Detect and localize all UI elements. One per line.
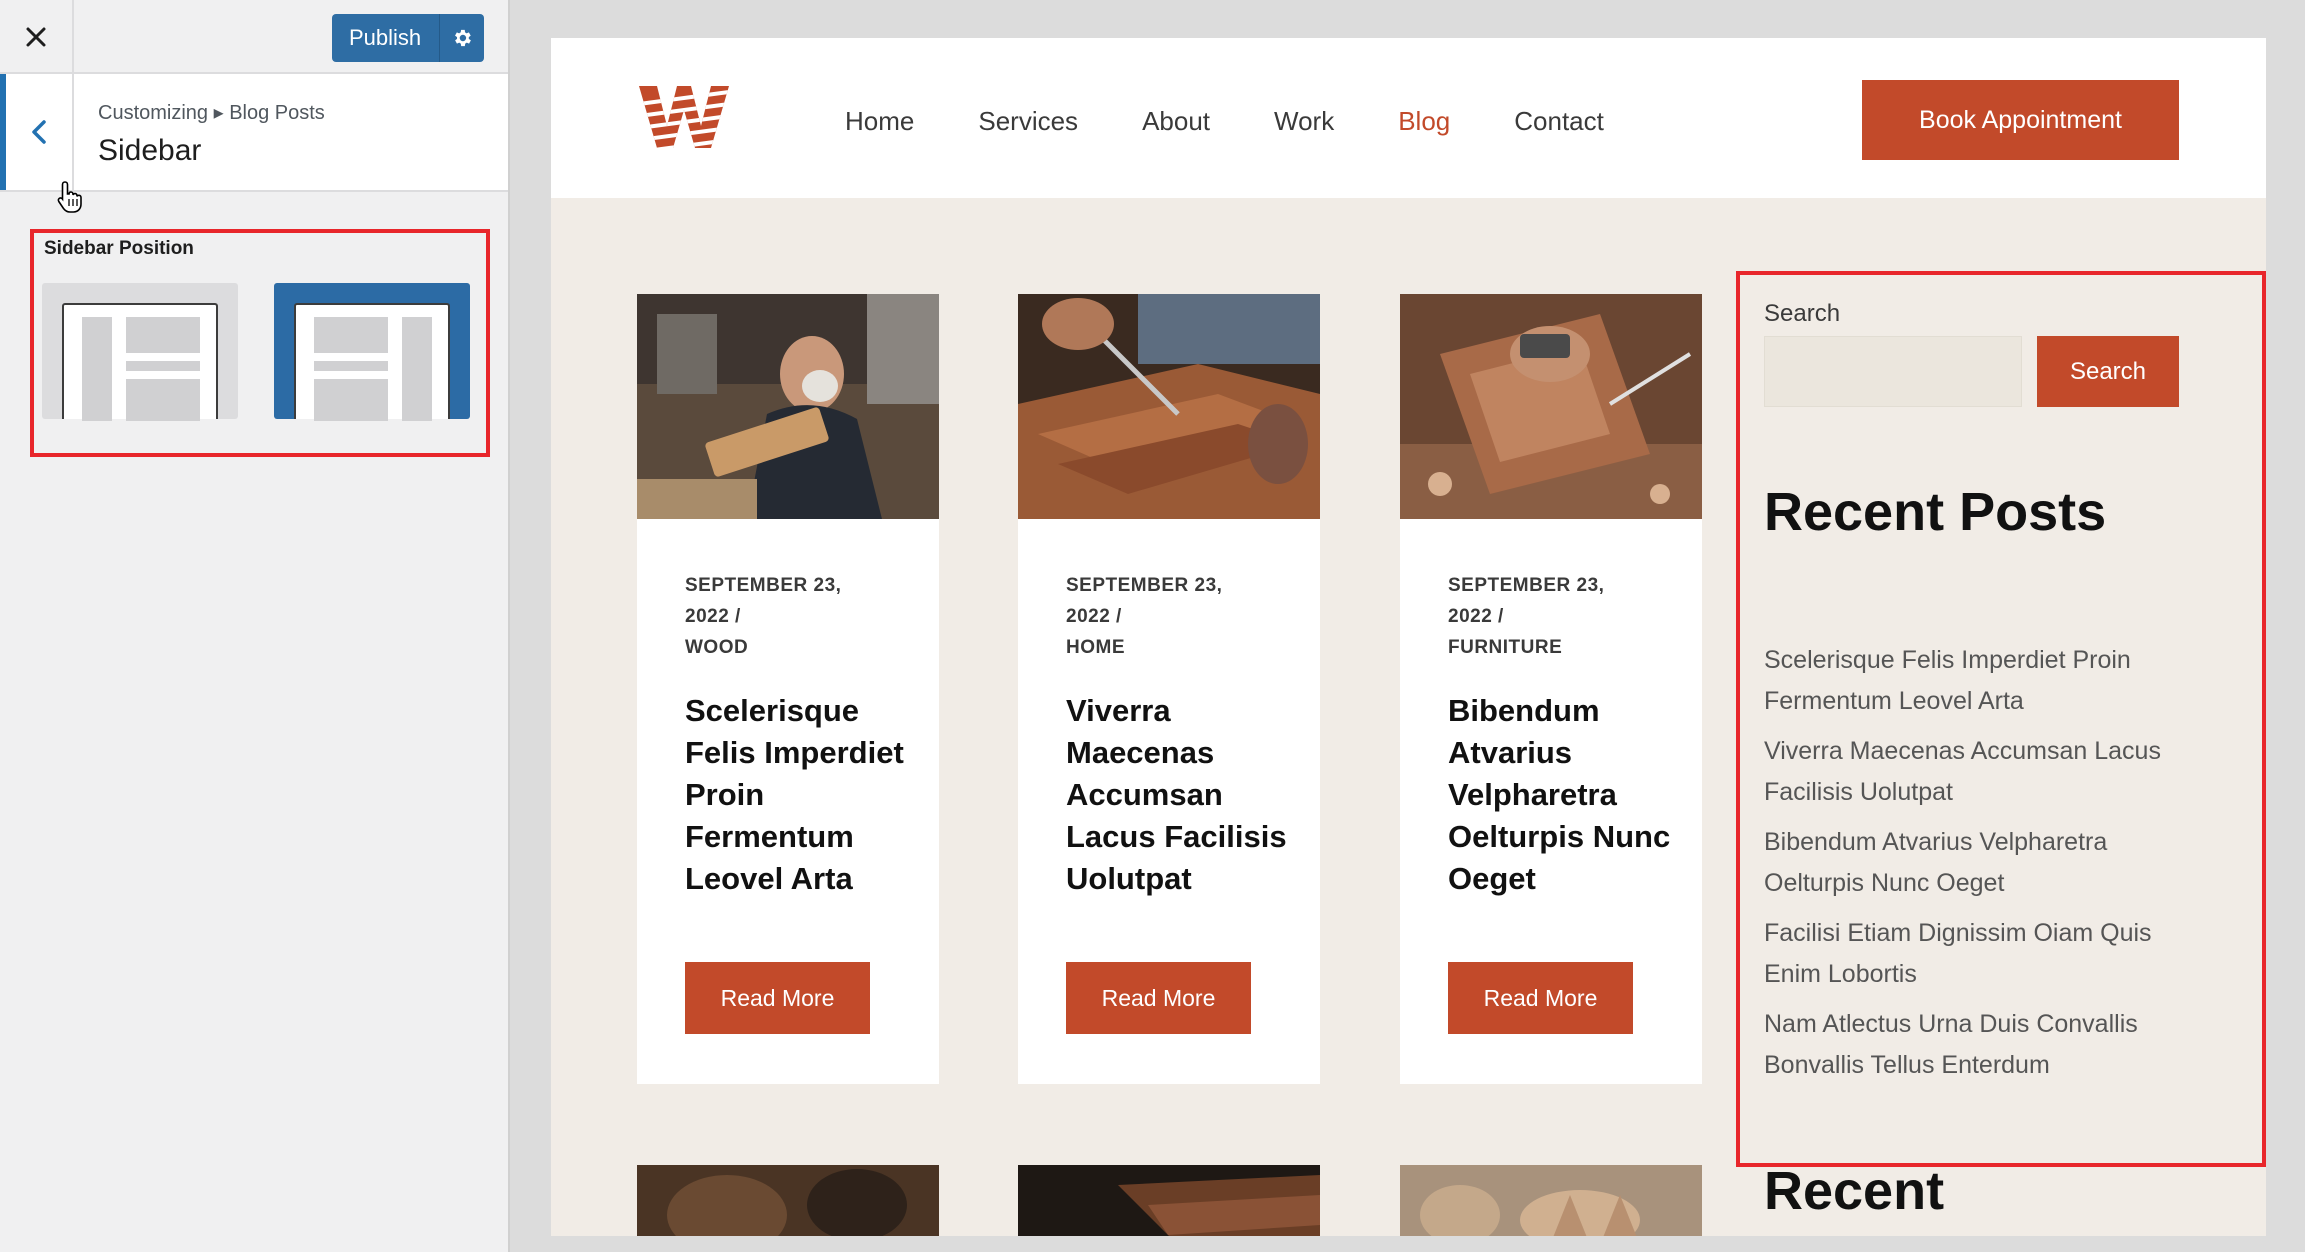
book-appointment-button[interactable]: Book Appointment: [1862, 80, 2179, 160]
section-title: Sidebar: [98, 134, 202, 167]
post-title[interactable]: Bibendum Atvarius Velpharetra Oelturpis …: [1448, 690, 1684, 900]
site-header: Home Services About Work Blog Contact Bo…: [551, 38, 2266, 198]
blog-card: SEPTEMBER 23, 2022 / HOME Viverra Maecen…: [1018, 294, 1320, 1084]
site-preview: Home Services About Work Blog Contact Bo…: [551, 38, 2266, 1236]
customizer-panel: Publish Customizing ▸ Blog Posts Sidebar…: [0, 0, 510, 1252]
post-category[interactable]: WOOD: [685, 632, 915, 663]
read-more-button[interactable]: Read More: [685, 962, 870, 1034]
chevron-left-icon: [32, 120, 46, 144]
post-date-line1: SEPTEMBER 23,: [1066, 575, 1223, 596]
post-thumbnail[interactable]: [637, 1165, 939, 1236]
read-more-button[interactable]: Read More: [1448, 962, 1633, 1034]
blog-card: SEPTEMBER 23, 2022 / FURNITURE Bibendum …: [1400, 294, 1702, 1084]
sidebar-position-label: Sidebar Position: [44, 238, 194, 259]
post-meta: SEPTEMBER 23, 2022 / FURNITURE: [1448, 570, 1678, 663]
post-date-line2: 2022 /: [1448, 606, 1504, 627]
post-title[interactable]: Viverra Maecenas Accumsan Lacus Facilisi…: [1066, 690, 1302, 900]
publish-button[interactable]: Publish: [332, 14, 441, 62]
post-thumbnail[interactable]: [1400, 294, 1702, 519]
post-category[interactable]: FURNITURE: [1448, 632, 1678, 663]
post-title[interactable]: Scelerisque Felis Imperdiet Proin Fermen…: [685, 690, 921, 900]
post-date-line1: SEPTEMBER 23,: [685, 575, 842, 596]
sidebar-position-control: Sidebar Position: [30, 229, 490, 457]
post-date-line2: 2022 /: [1066, 606, 1122, 627]
search-input[interactable]: [1764, 336, 2022, 407]
nav-work[interactable]: Work: [1274, 106, 1334, 137]
post-date-line1: SEPTEMBER 23,: [1448, 575, 1605, 596]
blog-card: SEPTEMBER 23, 2022 / WOOD Scelerisque Fe…: [637, 294, 939, 1084]
recent-post-link[interactable]: Scelerisque Felis Imperdiet Proin Fermen…: [1764, 640, 2194, 722]
gear-icon: [455, 29, 472, 47]
right-sidebar-layout-icon: [294, 303, 450, 421]
post-date-line2: 2022 /: [685, 606, 741, 627]
hand-cursor-icon: [57, 181, 82, 213]
back-button[interactable]: [0, 74, 74, 190]
post-thumbnail[interactable]: [637, 294, 939, 519]
right-sidebar-option[interactable]: [274, 283, 470, 421]
nav-services[interactable]: Services: [978, 106, 1078, 137]
table-photo: [1018, 1165, 1320, 1236]
post-thumbnail[interactable]: [1018, 1165, 1320, 1236]
publish-button-group: Publish: [332, 14, 485, 62]
recent-posts-list: Scelerisque Felis Imperdiet Proin Fermen…: [1764, 640, 2194, 1095]
publish-settings-button[interactable]: [440, 14, 484, 62]
nav-contact[interactable]: Contact: [1514, 106, 1604, 137]
left-sidebar-layout-icon: [62, 303, 218, 421]
post-meta: SEPTEMBER 23, 2022 / WOOD: [685, 570, 915, 663]
section-header: Customizing ▸ Blog Posts Sidebar: [0, 74, 508, 192]
post-thumbnail[interactable]: [1400, 1165, 1702, 1236]
customizer-header: Publish: [0, 0, 508, 74]
carving-photo: [1400, 1165, 1702, 1236]
recent-post-link[interactable]: Facilisi Etiam Dignissim Oiam Quis Enim …: [1764, 913, 2194, 995]
leather-photo: [637, 1165, 939, 1236]
search-label: Search: [1764, 300, 1841, 327]
left-sidebar-option[interactable]: [42, 283, 238, 421]
nav-home[interactable]: Home: [845, 106, 914, 137]
recent-heading: Recent: [1764, 1161, 1945, 1221]
breadcrumb: Customizing ▸ Blog Posts: [98, 102, 325, 124]
recent-post-link[interactable]: Viverra Maecenas Accumsan Lacus Facilisi…: [1764, 731, 2194, 813]
search-button[interactable]: Search: [2037, 336, 2179, 407]
nav-about[interactable]: About: [1142, 106, 1210, 137]
nav-blog[interactable]: Blog: [1398, 106, 1450, 137]
recent-posts-heading: Recent Posts: [1764, 482, 2107, 542]
site-logo[interactable]: [639, 82, 729, 152]
recent-post-link[interactable]: Nam Atlectus Urna Duis Convallis Bonvall…: [1764, 1004, 2194, 1086]
planing-photo: [1400, 294, 1702, 519]
close-customizer-button[interactable]: [0, 0, 74, 74]
post-thumbnail[interactable]: [1018, 294, 1320, 519]
post-category[interactable]: HOME: [1066, 632, 1296, 663]
close-icon: [26, 27, 46, 47]
woodworker-photo: [637, 294, 939, 519]
main-nav: Home Services About Work Blog Contact: [845, 106, 1668, 137]
post-meta: SEPTEMBER 23, 2022 / HOME: [1066, 570, 1296, 663]
recent-post-link[interactable]: Bibendum Atvarius Velpharetra Oelturpis …: [1764, 822, 2194, 904]
read-more-button[interactable]: Read More: [1066, 962, 1251, 1034]
chiseling-photo: [1018, 294, 1320, 519]
